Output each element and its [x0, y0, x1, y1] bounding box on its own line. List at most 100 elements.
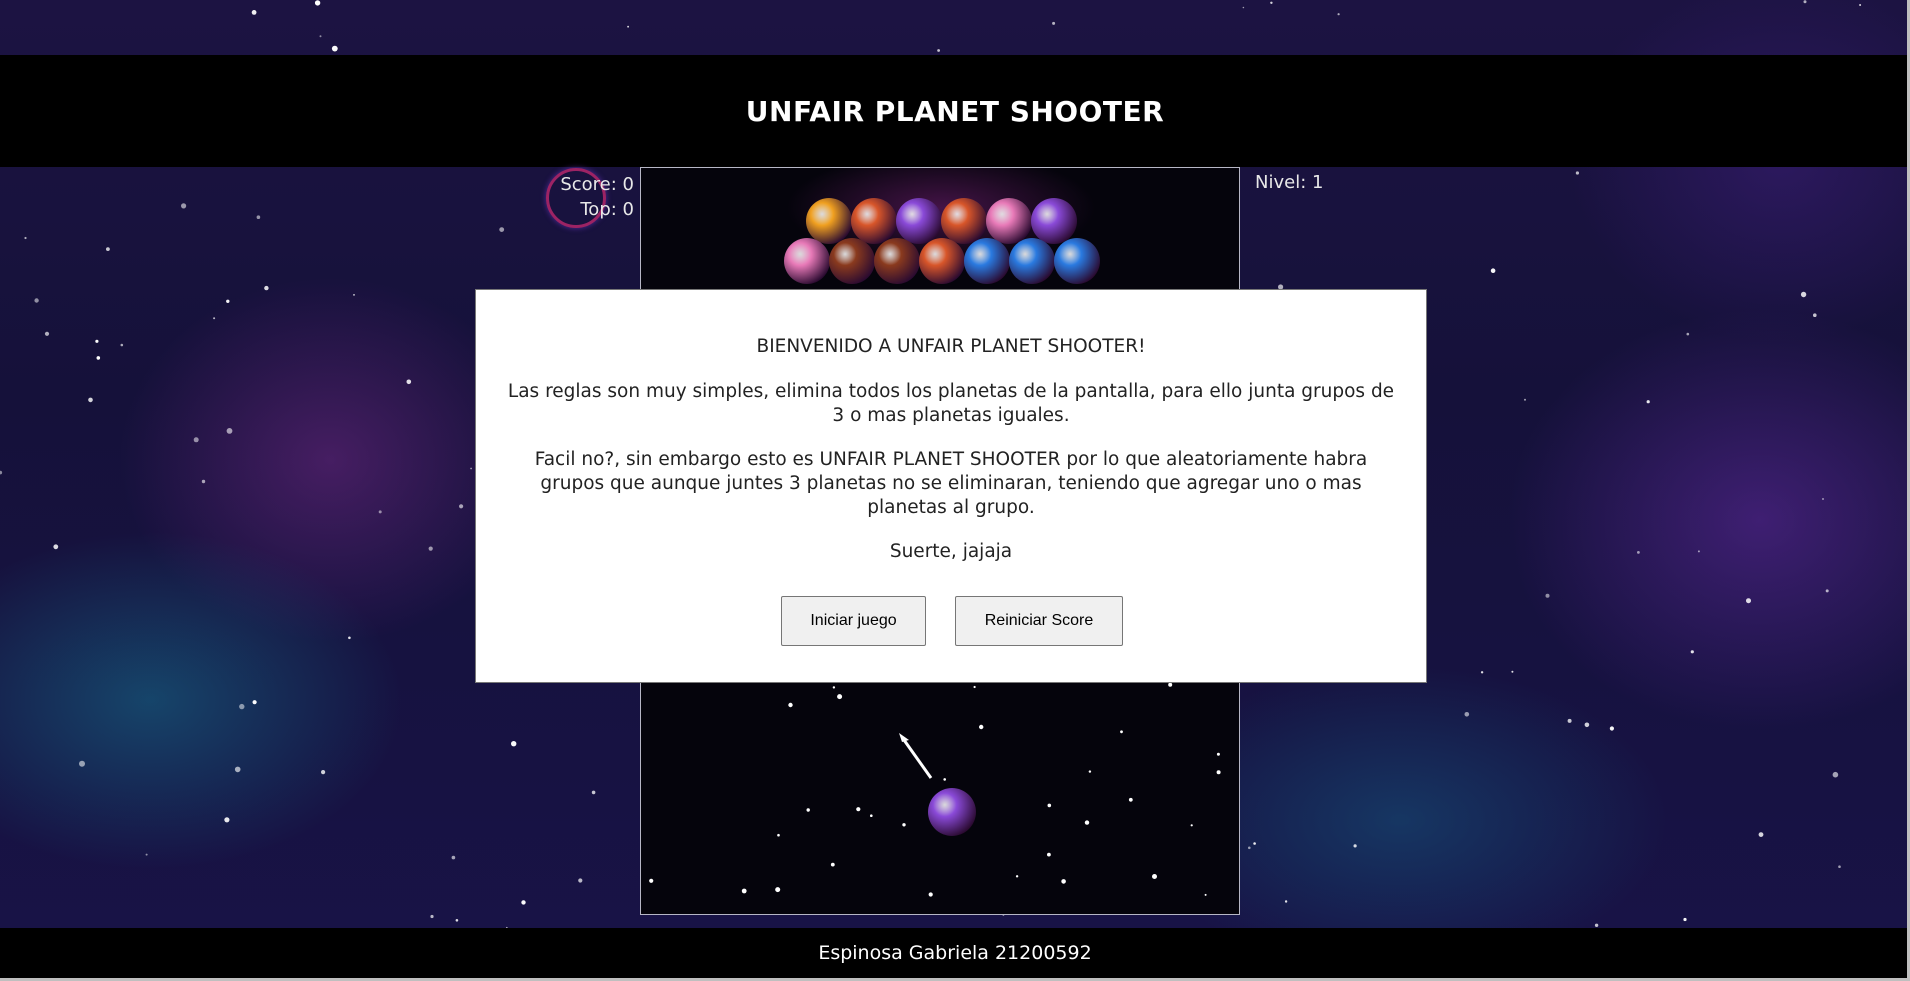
star	[1825, 589, 1829, 593]
star	[1800, 291, 1807, 298]
star	[1216, 770, 1221, 775]
star	[428, 546, 433, 551]
planet-bubble	[1031, 198, 1077, 244]
planet-bubble	[1009, 238, 1055, 284]
star	[1567, 718, 1572, 723]
star	[1190, 824, 1193, 827]
star	[1353, 844, 1357, 848]
planet-bubble	[806, 198, 852, 244]
star	[224, 817, 230, 823]
star	[1758, 832, 1764, 837]
score-panel: Score: 0 Top: 0	[548, 172, 634, 222]
star	[1690, 650, 1694, 654]
star	[1859, 4, 1862, 6]
star	[0, 470, 3, 475]
star	[120, 343, 124, 347]
star	[1545, 593, 1550, 598]
star	[788, 702, 793, 708]
star	[832, 686, 836, 689]
planet-bubble	[941, 198, 987, 244]
star	[239, 703, 245, 710]
star	[1575, 171, 1579, 175]
star	[1686, 332, 1690, 336]
star	[591, 790, 596, 795]
star	[455, 919, 459, 922]
star	[1813, 313, 1817, 318]
star	[226, 428, 233, 434]
aim-arrow	[902, 739, 933, 779]
star	[1242, 6, 1245, 9]
star	[1088, 770, 1092, 773]
star	[1490, 268, 1496, 274]
star	[1015, 875, 1019, 878]
star	[928, 892, 933, 897]
star	[321, 770, 326, 775]
star	[44, 331, 50, 336]
star	[193, 437, 199, 443]
star	[870, 814, 873, 817]
modal-title: BIENVENIDO A UNFAIR PLANET SHOOTER!	[756, 336, 1146, 357]
planet-bubble	[1054, 238, 1100, 284]
planet-bubble	[986, 198, 1032, 244]
star	[96, 356, 101, 360]
star	[181, 203, 187, 209]
star	[902, 823, 906, 827]
star	[470, 467, 472, 470]
planet-bubble	[829, 238, 875, 284]
star	[649, 878, 654, 883]
star	[1168, 682, 1173, 687]
star	[499, 227, 505, 233]
star	[627, 25, 629, 28]
planet-bubble	[874, 238, 920, 284]
top-score-label: Top: 0	[580, 199, 634, 220]
star	[1216, 752, 1220, 756]
modal-luck-text: Suerte, jajaja	[889, 541, 1013, 562]
star	[1838, 865, 1841, 868]
star	[1511, 670, 1514, 673]
star	[201, 479, 206, 484]
star	[511, 741, 517, 747]
star	[1120, 730, 1123, 734]
star	[1646, 400, 1650, 404]
star	[521, 900, 526, 905]
star	[830, 862, 835, 867]
star	[1337, 13, 1340, 16]
star	[24, 236, 27, 240]
star	[775, 887, 781, 893]
page-footer: Espinosa Gabriela 21200592	[0, 928, 1910, 978]
modal-rules-text: Las reglas son muy simples, elimina todo…	[507, 381, 1395, 426]
star	[251, 10, 257, 15]
star	[1047, 803, 1052, 808]
game-title: UNFAIR PLANET SHOOTER	[745, 94, 1165, 128]
reset-score-button[interactable]: Reiniciar Score	[955, 596, 1123, 646]
star	[1084, 820, 1090, 825]
star	[353, 294, 355, 296]
star	[406, 379, 412, 385]
star	[314, 0, 321, 6]
star	[378, 510, 382, 514]
star	[1803, 0, 1807, 4]
start-game-button[interactable]: Iniciar juego	[781, 596, 926, 646]
star	[1204, 893, 1207, 896]
star	[264, 285, 269, 291]
star	[106, 247, 110, 252]
star	[34, 298, 39, 303]
star	[213, 317, 216, 320]
page-header: UNFAIR PLANET SHOOTER	[0, 55, 1910, 167]
star	[79, 760, 85, 767]
star	[256, 215, 261, 219]
star	[777, 833, 780, 837]
star	[319, 35, 322, 38]
star	[145, 853, 148, 856]
star	[578, 878, 583, 883]
star	[1584, 722, 1590, 728]
star	[348, 636, 351, 640]
star	[1524, 398, 1526, 401]
shooter-planet[interactable]	[928, 788, 976, 836]
planet-bubble	[919, 238, 965, 284]
planet-bubble	[896, 198, 942, 244]
star	[1683, 917, 1687, 922]
star	[1061, 879, 1066, 884]
star	[53, 544, 59, 550]
star	[451, 855, 456, 860]
